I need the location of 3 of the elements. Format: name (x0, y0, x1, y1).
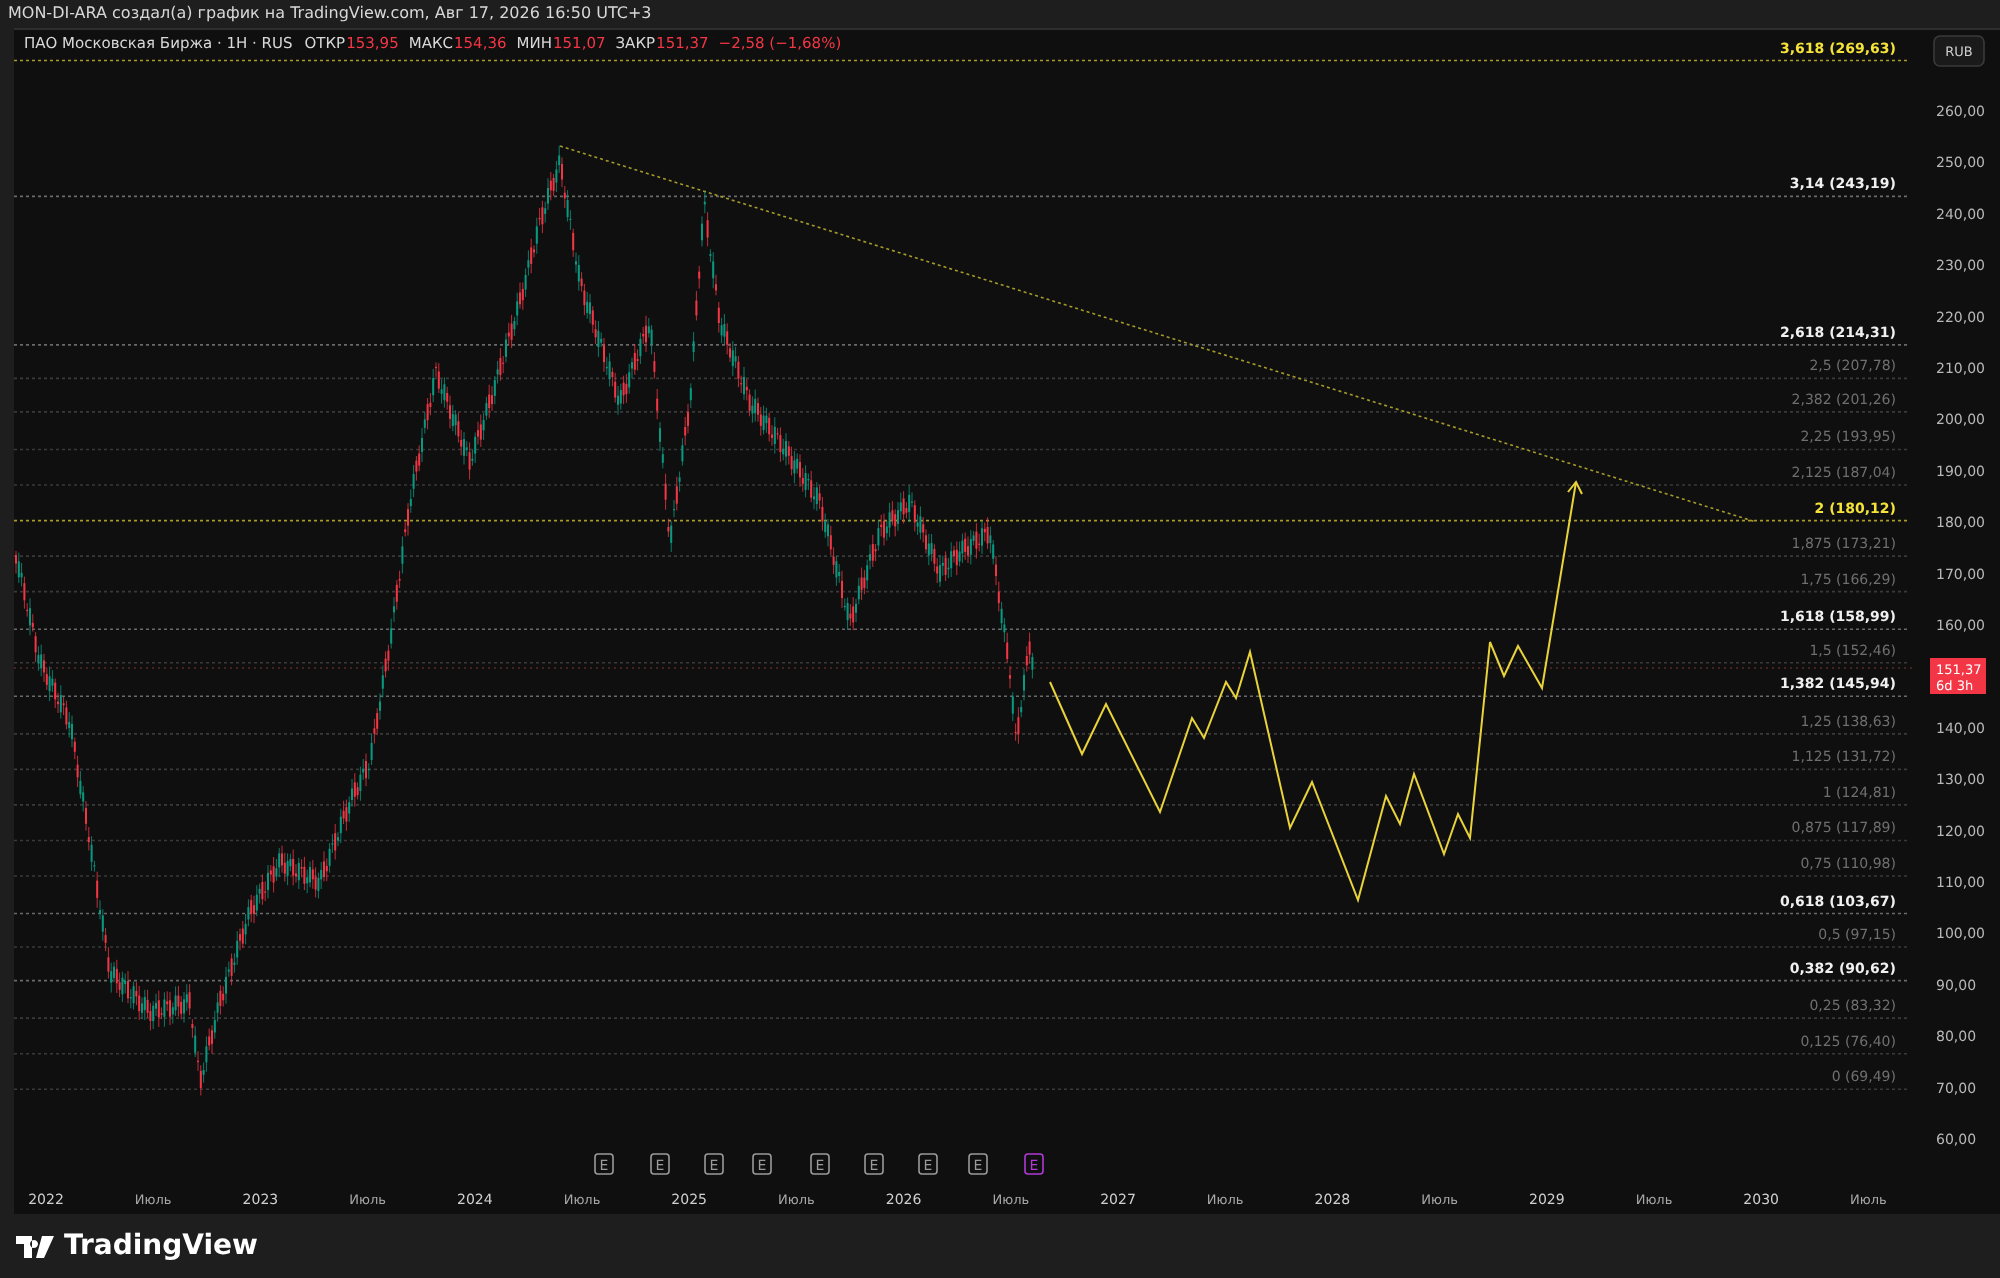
header-caption: MON-DI-ARA создал(а) график на TradingView.com, Авг 17, 2026 16:50 UTC+3 (6, 2, 654, 26)
logo-icon (16, 1235, 56, 1257)
brand-name: TradingView (64, 1227, 258, 1265)
